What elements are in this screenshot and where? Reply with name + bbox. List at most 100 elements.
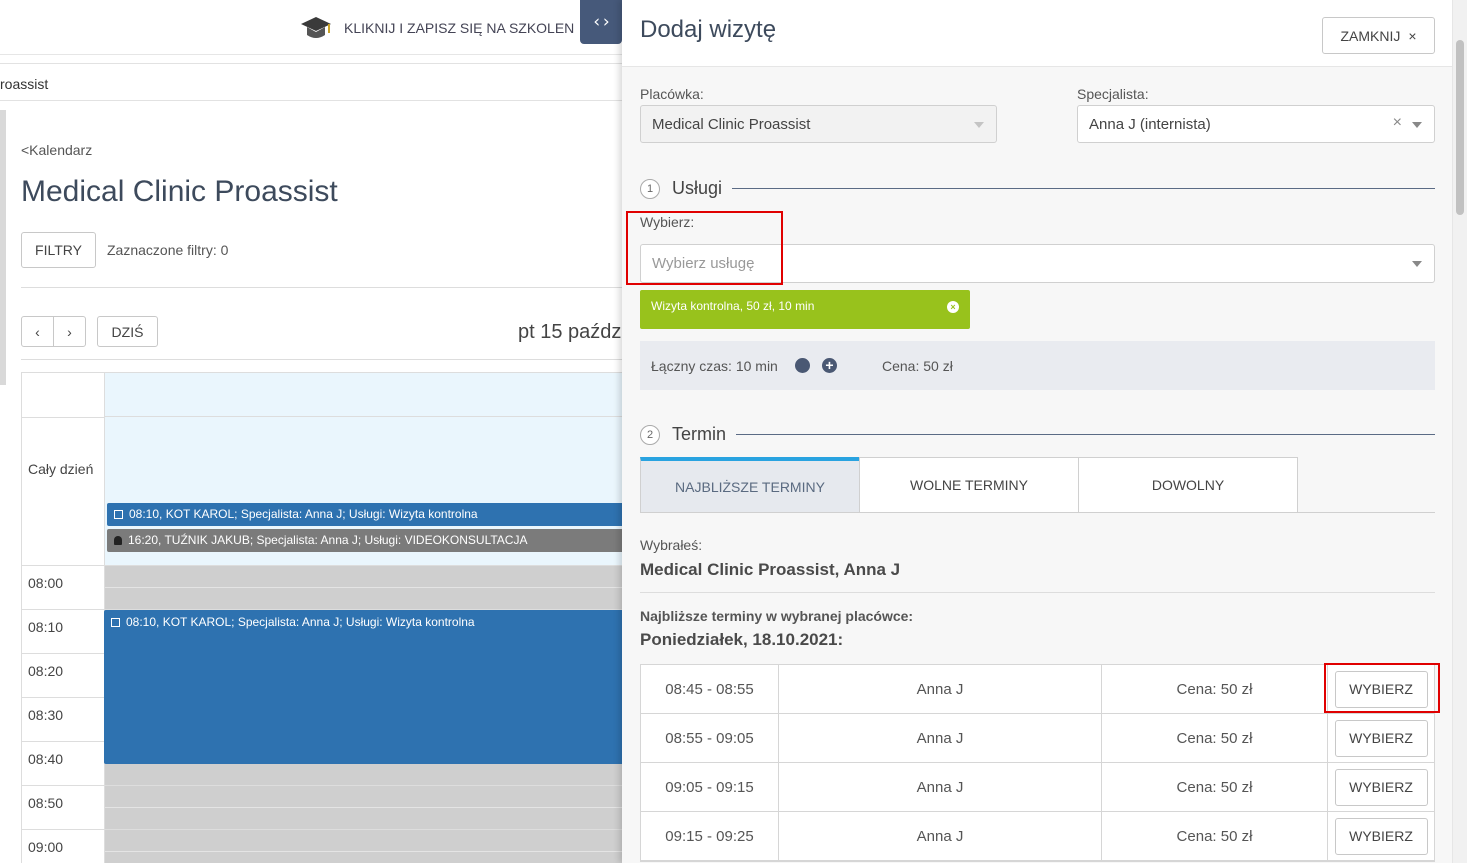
- table-row: 08:45 - 08:55 Anna J Cena: 50 zł WYBIERZ: [641, 665, 1434, 714]
- slot-time-cell: 08:55 - 09:05: [641, 714, 779, 762]
- scrollbar-thumb[interactable]: [1456, 40, 1464, 215]
- chevron-down-icon: [974, 122, 984, 128]
- slot-time: 08:10: [28, 619, 64, 635]
- scrollbar[interactable]: [1452, 0, 1467, 863]
- table-row: 08:55 - 09:05 Anna J Cena: 50 zł WYBIERZ: [641, 714, 1434, 763]
- time-slot[interactable]: 08:00: [22, 565, 622, 609]
- top-bar: KLIKNIJ I ZAPISZ SIĘ NA SZKOLEN: [0, 0, 622, 55]
- tab-nearest[interactable]: NAJBLIŻSZE TERMINY: [640, 457, 860, 513]
- filters-status: Zaznaczone filtry: 0: [107, 242, 229, 258]
- event-text: 16:20, TUŹNIK JAKUB; Specjalista: Anna J…: [128, 533, 528, 547]
- event-text: 08:10, KOT KAROL; Specjalista: Anna J; U…: [126, 615, 475, 629]
- gutter-line: [22, 417, 104, 418]
- checkbox-icon: [111, 618, 120, 627]
- slot-time: 08:40: [28, 751, 64, 767]
- table-row: 09:05 - 09:15 Anna J Cena: 50 zł WYBIERZ: [641, 763, 1434, 812]
- allday-event[interactable]: 08:10, KOT KAROL; Specjalista: Anna J; U…: [107, 503, 622, 526]
- summary-bar: Łączny czas: 10 min + Cena: 50 zł: [640, 341, 1435, 390]
- total-time: Łączny czas: 10 min: [651, 358, 778, 374]
- clear-icon[interactable]: ×: [1393, 114, 1402, 132]
- slot-price-cell: Cena: 50 zł: [1102, 714, 1328, 762]
- selected-service-tag: Wizyta kontrolna, 50 zł, 10 min ×: [640, 290, 970, 329]
- slot-cell[interactable]: [104, 566, 622, 609]
- facility-value: Medical Clinic Proassist: [652, 116, 811, 133]
- choose-slot-button[interactable]: WYBIERZ: [1334, 768, 1428, 806]
- training-promo-link[interactable]: KLIKNIJ I ZAPISZ SIĘ NA SZKOLEN: [300, 14, 574, 42]
- decrease-time-icon[interactable]: [795, 358, 810, 373]
- slot-time: 08:20: [28, 663, 64, 679]
- slot-doctor-cell: Anna J: [779, 665, 1102, 713]
- term-tabs: NAJBLIŻSZE TERMINY WOLNE TERMINY DOWOLNY: [640, 457, 1300, 513]
- specialist-label: Specjalista:: [1077, 86, 1149, 102]
- filters-button[interactable]: FILTRY: [21, 232, 96, 268]
- slot-action-cell: WYBIERZ: [1328, 714, 1434, 762]
- time-slot[interactable]: 09:00: [22, 829, 622, 863]
- specialist-select[interactable]: Anna J (internista) ×: [1077, 105, 1435, 143]
- facility-label: Placówka:: [640, 86, 704, 102]
- panel-header: Dodaj wizytę ZAMKNIJ ×: [622, 0, 1452, 67]
- today-button[interactable]: DZIŚ: [97, 316, 158, 347]
- slot-price-cell: Cena: 50 zł: [1102, 665, 1328, 713]
- slot-cell[interactable]: [104, 786, 622, 829]
- promo-text: KLIKNIJ I ZAPISZ SIĘ NA SZKOLEN: [344, 20, 575, 36]
- tab-free[interactable]: WOLNE TERMINY: [859, 457, 1079, 513]
- term-section-header: 2 Termin: [640, 424, 1435, 445]
- slot-action-cell: WYBIERZ: [1328, 763, 1434, 811]
- slot-time: 09:00: [28, 839, 64, 855]
- slot-cell[interactable]: [104, 830, 622, 863]
- choose-slot-button[interactable]: WYBIERZ: [1334, 719, 1428, 757]
- section-line: [736, 434, 1435, 435]
- tabs-underline: [640, 512, 1435, 513]
- calendar-event[interactable]: 08:10, KOT KAROL; Specjalista: Anna J; U…: [104, 610, 622, 764]
- tab-any[interactable]: DOWOLNY: [1078, 457, 1298, 513]
- chevron-down-icon: [1412, 122, 1422, 128]
- chevron-down-icon: [1412, 261, 1422, 267]
- section-line: [732, 188, 1435, 189]
- graduation-cap-icon: [301, 17, 331, 38]
- slot-time-cell: 09:05 - 09:15: [641, 763, 779, 811]
- step-number: 1: [640, 178, 660, 199]
- panel-title: Dodaj wizytę: [640, 16, 777, 43]
- prev-day-button[interactable]: ‹: [21, 316, 54, 347]
- slot-time: 08:50: [28, 795, 64, 811]
- allday-area: 08:10, KOT KAROL; Specjalista: Anna J; U…: [104, 417, 622, 607]
- chevron-right-icon: ›: [67, 323, 72, 340]
- remove-icon[interactable]: ×: [947, 301, 959, 313]
- calendar-day-header: [104, 373, 622, 417]
- chosen-label: Wybrałeś:: [640, 537, 703, 553]
- close-button[interactable]: ZAMKNIJ ×: [1322, 17, 1435, 54]
- slot-time-cell: 08:45 - 08:55: [641, 665, 779, 713]
- panel-toggle-button[interactable]: ‹›: [580, 0, 622, 44]
- nearest-label: Najbliższe terminy w wybranej placówce:: [640, 608, 914, 624]
- selected-service-text: Wizyta kontrolna, 50 zł, 10 min: [651, 299, 815, 313]
- checkbox-icon: [114, 510, 123, 519]
- slot-time: 08:30: [28, 707, 64, 723]
- slot-doctor-cell: Anna J: [779, 714, 1102, 762]
- choose-slot-button[interactable]: WYBIERZ: [1334, 817, 1428, 855]
- divider: [21, 359, 622, 360]
- slot-doctor-cell: Anna J: [779, 812, 1102, 860]
- divider: [640, 592, 1435, 593]
- divider: [21, 287, 622, 288]
- plus-icon[interactable]: +: [822, 358, 837, 373]
- subbar-text: roassist: [0, 76, 49, 92]
- breadcrumb-calendar[interactable]: <Kalendarz: [21, 142, 92, 158]
- chosen-value: Medical Clinic Proassist, Anna J: [640, 560, 901, 579]
- time-slot[interactable]: 08:50: [22, 785, 622, 829]
- slot-time-cell: 09:15 - 09:25: [641, 812, 779, 860]
- chevron-left-icon: ‹: [35, 323, 40, 340]
- allday-event[interactable]: 16:20, TUŹNIK JAKUB; Specjalista: Anna J…: [107, 529, 622, 552]
- left-edge-strip: [0, 110, 6, 385]
- highlight-box: [626, 211, 783, 285]
- calendar-app-background: KLIKNIJ I ZAPISZ SIĘ NA SZKOLEN roassist…: [0, 0, 622, 863]
- bell-icon: [114, 536, 122, 545]
- slot-price-cell: Cena: 50 zł: [1102, 812, 1328, 860]
- event-text: 08:10, KOT KAROL; Specjalista: Anna J; U…: [129, 507, 478, 521]
- calendar-grid: Cały dzień 08:10, KOT KAROL; Specjalista…: [21, 372, 622, 863]
- day-label: Poniedziałek, 18.10.2021:: [640, 630, 844, 649]
- panel-body: Placówka: Medical Clinic Proassist Specj…: [622, 67, 1452, 863]
- sub-bar: roassist: [0, 63, 622, 101]
- next-day-button[interactable]: ›: [53, 316, 86, 347]
- highlight-box: [1324, 663, 1440, 713]
- close-label: ZAMKNIJ: [1340, 27, 1401, 44]
